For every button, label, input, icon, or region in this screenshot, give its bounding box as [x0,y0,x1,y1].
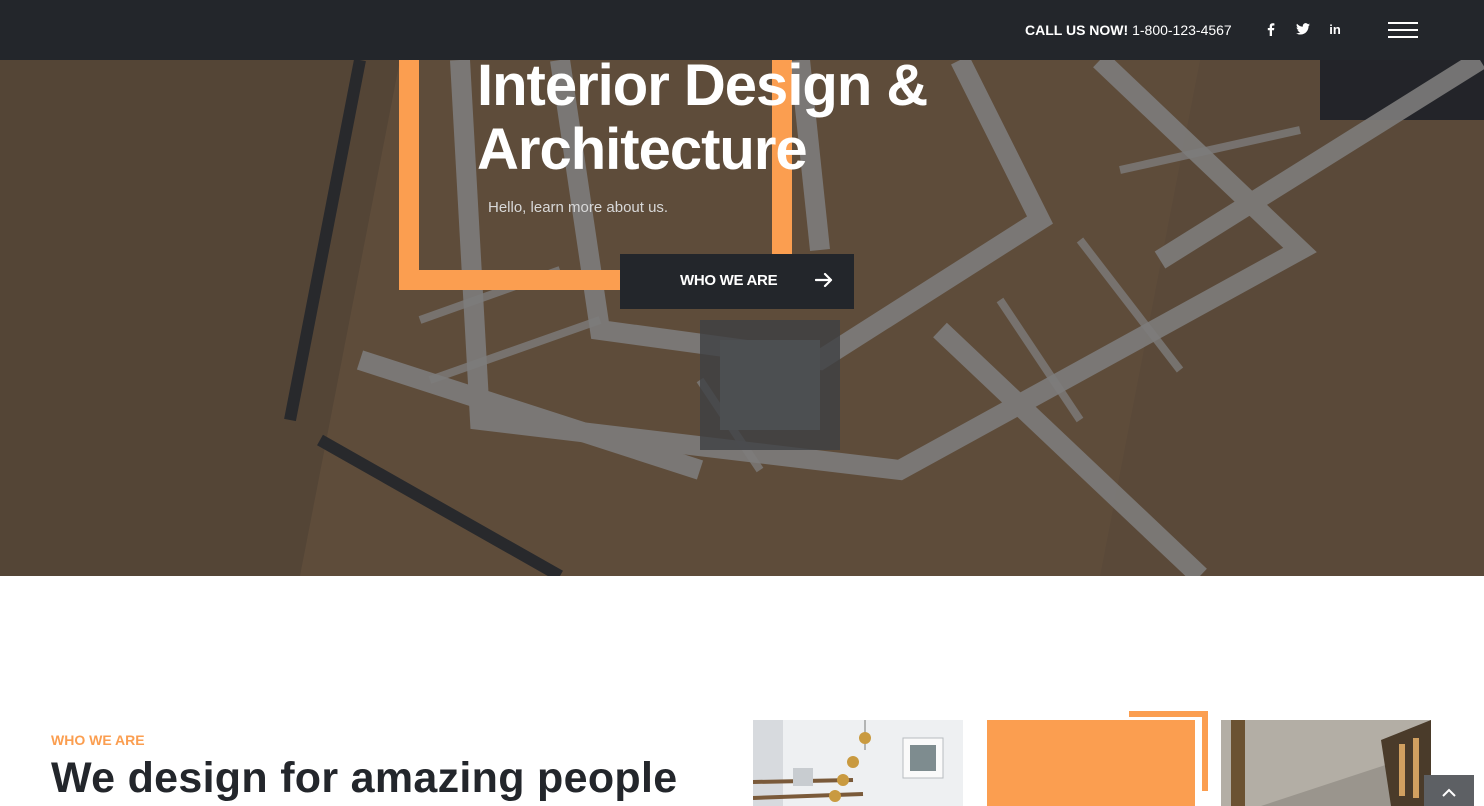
gallery-image-corridor [1221,720,1431,806]
chevron-up-icon [1442,788,1456,797]
hero-subtitle: Hello, learn more about us. [488,199,669,216]
section-eyebrow: WHO WE ARE [51,732,145,748]
top-bar: CALL US NOW! 1-800-123-4567 in [0,0,1484,60]
hero-title-line-2: Architecture [477,117,808,182]
staircase-image [753,720,963,806]
decorative-orange-outline [1129,711,1208,791]
corridor-image [1221,720,1431,806]
scroll-to-top-button[interactable] [1424,775,1474,806]
call-us-label: CALL US NOW! [1025,22,1129,38]
arrow-right-icon [815,272,833,288]
who-we-are-button-label: WHO WE ARE [680,272,778,289]
hero-title: Interior Design & Architecture [477,54,1037,182]
who-we-are-button[interactable]: WHO WE ARE [620,254,854,309]
facebook-icon[interactable] [1260,20,1282,40]
gallery-image-staircase [753,720,963,806]
hero-title-line-1: Interior Design & [477,53,928,118]
linkedin-icon[interactable]: in [1324,20,1346,40]
twitter-icon[interactable] [1292,20,1314,40]
section-title: We design for amazing people [51,754,678,802]
hamburger-menu-icon[interactable] [1388,22,1418,38]
call-us-text: CALL US NOW! 1-800-123-4567 [1025,22,1232,38]
hero-section: Interior Design & Architecture Hello, le… [0,0,1484,576]
phone-number[interactable]: 1-800-123-4567 [1132,22,1232,38]
